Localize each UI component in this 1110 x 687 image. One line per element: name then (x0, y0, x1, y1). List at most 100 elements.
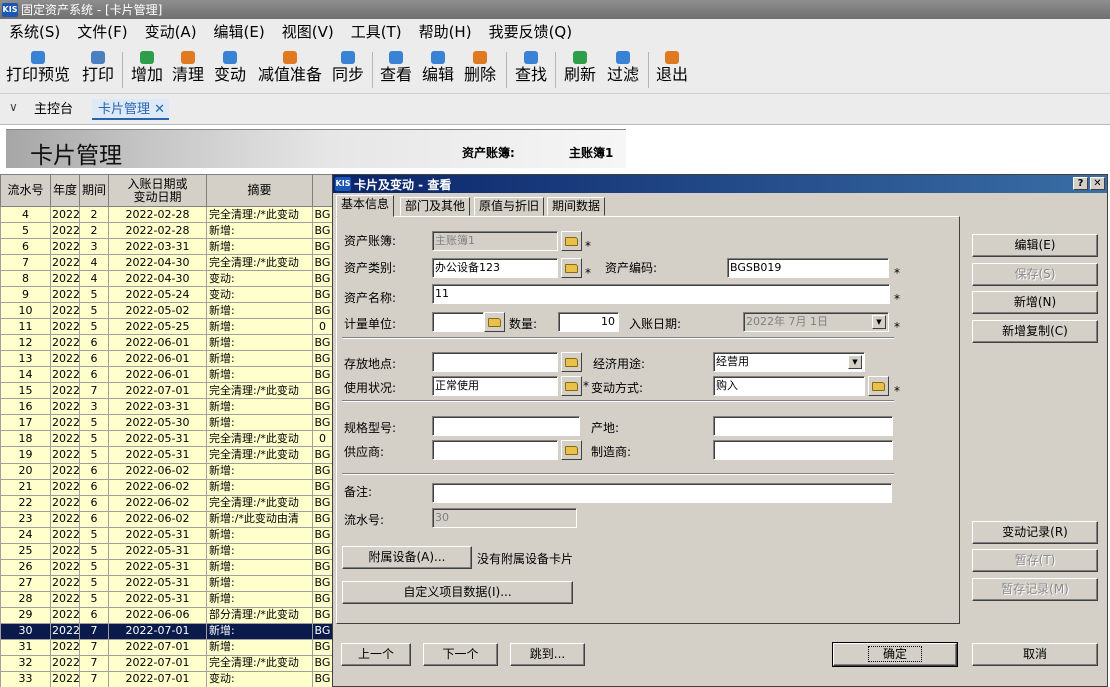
hold-button[interactable]: 暂存(T) (972, 549, 1098, 572)
column-header[interactable]: 摘要 (206, 174, 313, 207)
book-browse-button[interactable] (561, 231, 582, 251)
column-header[interactable]: 年度 (50, 174, 80, 207)
table-row[interactable]: 8 2022 4 2022-04-30 变动: BG (0, 270, 333, 288)
table-row[interactable]: 11 2022 5 2022-05-25 新增: 0 (0, 318, 333, 336)
table-row[interactable]: 18 2022 5 2022-05-31 完全清理:/*此变动 0 (0, 430, 333, 448)
table-row[interactable]: 4 2022 2 2022-02-28 完全清理:/*此变动 BG (0, 205, 333, 224)
close-button[interactable]: ✕ (1090, 177, 1105, 190)
toolbar-button-13[interactable]: 退出 (654, 47, 690, 92)
table-row[interactable]: 14 2022 6 2022-06-01 新增: BG (0, 366, 333, 384)
menu-item[interactable]: 工具(T) (342, 21, 410, 42)
jump-button[interactable]: 跳到... (510, 643, 585, 666)
table-row[interactable]: 19 2022 5 2022-05-31 完全清理:/*此变动 BG (0, 446, 333, 464)
tab-department[interactable]: 部门及其他 (400, 197, 471, 216)
card-grid[interactable]: 流水号 年度 期间 入账日期或 变动日期 摘要 4 2022 2 2022-02-28 完全清理… (0, 174, 333, 687)
menu-item[interactable]: 帮助(H) (410, 21, 480, 42)
toolbar-button-9[interactable]: 删除 (462, 47, 498, 92)
toolbar-button-4[interactable]: 变动 (212, 47, 248, 92)
location-field[interactable] (432, 352, 558, 372)
change-method-browse-button[interactable] (868, 376, 889, 396)
edit-button[interactable]: 编辑(E) (972, 234, 1098, 257)
table-row[interactable]: 27 2022 5 2022-05-31 新增: BG (0, 574, 333, 592)
table-row[interactable]: 31 2022 7 2022-07-01 新增: BG (0, 638, 333, 656)
table-row[interactable]: 6 2022 3 2022-03-31 新增: BG (0, 238, 333, 256)
origin-field[interactable] (713, 416, 893, 436)
table-row[interactable]: 20 2022 6 2022-06-02 新增: BG (0, 462, 333, 480)
tab-period-data[interactable]: 期间数据 (547, 197, 606, 216)
table-row[interactable]: 28 2022 5 2022-05-31 新增: BG (0, 590, 333, 608)
toolbar-button-6[interactable]: 同步 (330, 47, 366, 92)
table-row[interactable]: 15 2022 7 2022-07-01 完全清理:/*此变动 BG (0, 382, 333, 400)
toolbar-button-5[interactable]: 减值准备 (255, 47, 325, 92)
chevron-down-icon[interactable]: ▼ (848, 355, 862, 369)
menu-item[interactable]: 变动(A) (136, 21, 205, 42)
menu-item[interactable]: 系统(S) (0, 21, 68, 42)
change-record-button[interactable]: 变动记录(R) (972, 521, 1098, 544)
attach-device-button[interactable]: 附属设备(A)... (342, 546, 472, 569)
toolbar-button-10[interactable]: 查找 (513, 47, 549, 92)
usage-select[interactable]: 经营用 ▼ (713, 352, 865, 372)
change-method-field[interactable]: 购入 (713, 376, 865, 396)
tab-card-management[interactable]: 卡片管理 ✕ (92, 99, 170, 120)
help-button[interactable]: ? (1073, 177, 1088, 190)
location-browse-button[interactable] (561, 352, 582, 372)
cancel-button[interactable]: 取消 (972, 643, 1098, 666)
table-row[interactable]: 10 2022 5 2022-05-02 新增: BG (0, 302, 333, 320)
toolbar-button-7[interactable]: 查看 (378, 47, 414, 92)
ok-button[interactable]: 确定 (832, 642, 958, 667)
table-row[interactable]: 25 2022 5 2022-05-31 新增: BG (0, 542, 333, 560)
table-row[interactable]: 22 2022 6 2022-06-02 完全清理:/*此变动 BG (0, 494, 333, 512)
menu-item[interactable]: 我要反馈(Q) (480, 21, 581, 42)
maker-field[interactable] (713, 440, 893, 460)
remark-field[interactable] (432, 483, 892, 503)
menu-item[interactable]: 视图(V) (273, 21, 342, 42)
tab-basic-info[interactable]: 基本信息 (336, 195, 395, 217)
column-header[interactable]: 期间 (79, 174, 109, 207)
toolbar-button-1[interactable]: 打印 (78, 47, 118, 92)
table-row[interactable]: 12 2022 6 2022-06-01 新增: BG (0, 334, 333, 352)
toolbar-button-11[interactable]: 刷新 (562, 47, 598, 92)
table-row[interactable]: 24 2022 5 2022-05-31 新增: BG (0, 526, 333, 544)
table-row[interactable]: 29 2022 6 2022-06-06 部分清理:/*此变动 BG (0, 606, 333, 624)
chevron-down-icon[interactable]: ∨ (9, 100, 18, 114)
unit-browse-button[interactable] (484, 312, 505, 332)
table-row[interactable]: 21 2022 6 2022-06-02 新增: BG (0, 478, 333, 496)
category-field[interactable]: 办公设备123 (432, 258, 558, 278)
add-copy-button[interactable]: 新增复制(C) (972, 320, 1098, 343)
table-row[interactable]: 5 2022 2 2022-02-28 新增: BG (0, 222, 333, 240)
status-field[interactable]: 正常使用 (432, 376, 558, 396)
add-button[interactable]: 新增(N) (972, 291, 1098, 314)
toolbar-button-8[interactable]: 编辑 (420, 47, 456, 92)
unit-field[interactable] (432, 312, 484, 332)
table-row[interactable]: 13 2022 6 2022-06-01 新增: BG (0, 350, 333, 368)
close-icon[interactable]: ✕ (154, 102, 165, 117)
supplier-field[interactable] (432, 440, 558, 460)
column-header[interactable]: 入账日期或 变动日期 (108, 174, 207, 207)
next-button[interactable]: 下一个 (423, 643, 498, 666)
table-row[interactable]: 23 2022 6 2022-06-02 新增:/*此变动由清 BG (0, 510, 333, 528)
category-browse-button[interactable] (561, 258, 582, 278)
code-field[interactable]: BGSB019 (727, 258, 889, 278)
supplier-browse-button[interactable] (561, 440, 582, 460)
tab-home[interactable]: 主控台 (34, 99, 73, 120)
menu-item[interactable]: 文件(F) (68, 21, 135, 42)
table-row[interactable]: 16 2022 3 2022-03-31 新增: BG (0, 398, 333, 416)
toolbar-button-2[interactable]: 增加 (129, 47, 165, 92)
save-button[interactable]: 保存(S) (972, 263, 1098, 286)
toolbar-button-3[interactable]: 清理 (170, 47, 206, 92)
toolbar-button-0[interactable]: 打印预览 (4, 47, 72, 92)
toolbar-button-12[interactable]: 过滤 (605, 47, 641, 92)
table-row[interactable]: 9 2022 5 2022-05-24 变动: BG (0, 286, 333, 304)
tab-value-depreciation[interactable]: 原值与折旧 (474, 197, 545, 216)
table-row[interactable]: 30 2022 7 2022-07-01 新增: BG (0, 622, 333, 640)
name-field[interactable]: 11 (432, 284, 890, 304)
qty-field[interactable]: 10 (558, 312, 619, 332)
status-browse-button[interactable] (561, 376, 582, 396)
column-header[interactable]: 流水号 (0, 174, 51, 207)
custom-data-button[interactable]: 自定义项目数据(I)... (342, 581, 573, 604)
table-row[interactable]: 32 2022 7 2022-07-01 完全清理:/*此变动 BG (0, 654, 333, 672)
table-row[interactable]: 33 2022 7 2022-07-01 变动: BG (0, 670, 333, 687)
spec-field[interactable] (432, 416, 580, 436)
table-row[interactable]: 7 2022 4 2022-04-30 完全清理:/*此变动 BG (0, 254, 333, 272)
hold-record-button[interactable]: 暂存记录(M) (972, 578, 1098, 601)
